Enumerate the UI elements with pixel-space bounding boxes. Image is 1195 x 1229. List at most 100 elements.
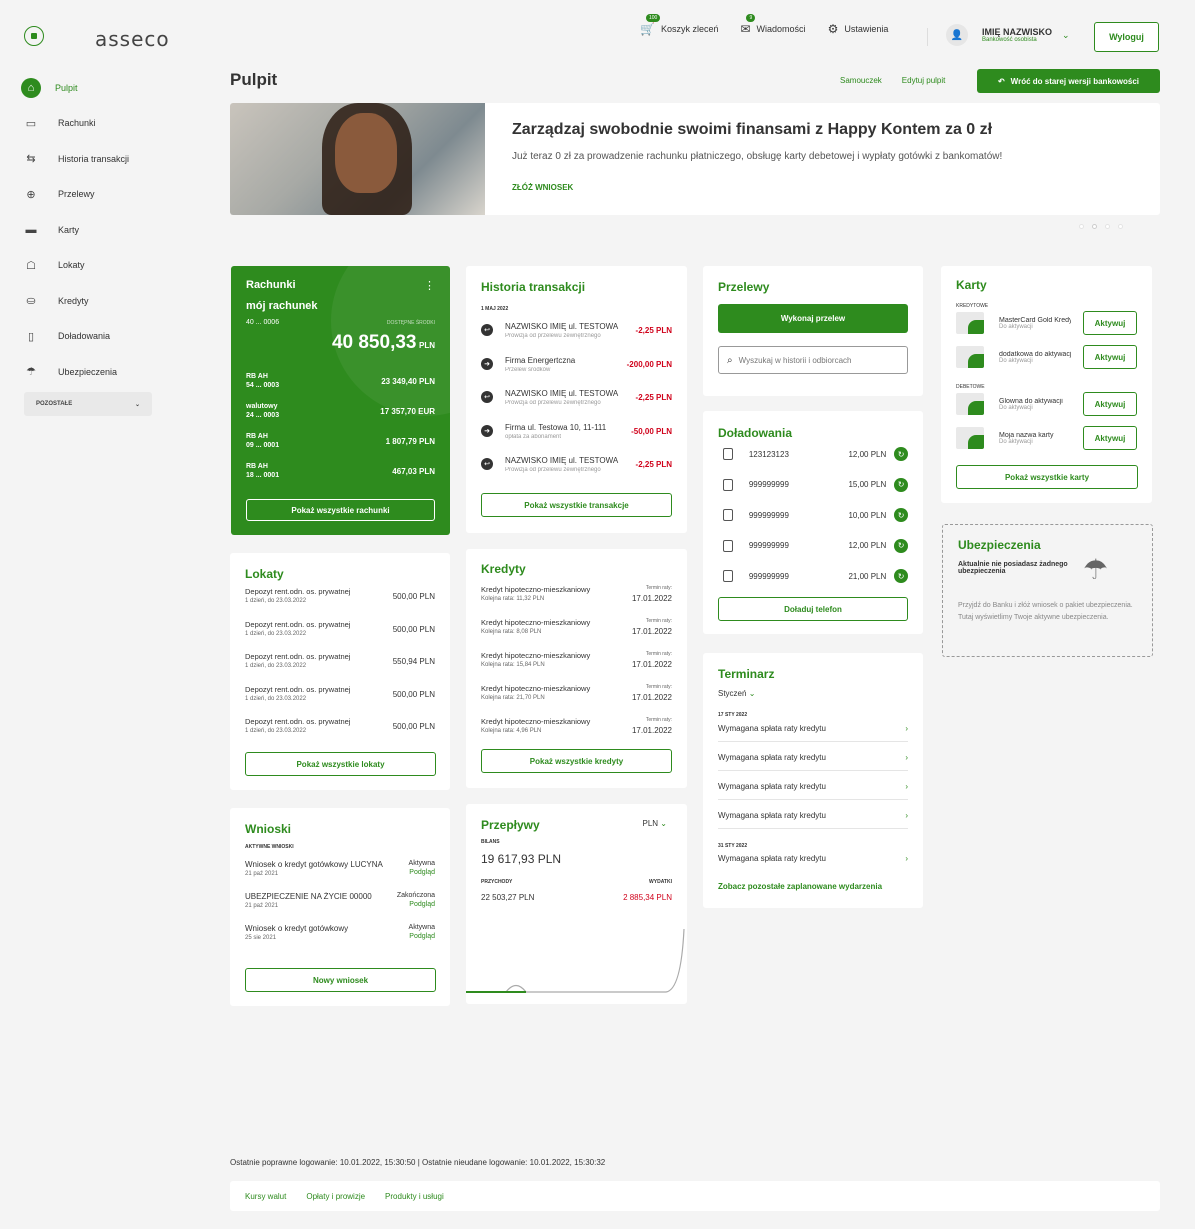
loan-row[interactable]: Kredyt hipoteczno-mieszkaniowy Kolejna ra… bbox=[481, 717, 672, 735]
loan-due-date: 17.01.2022 bbox=[631, 660, 672, 669]
old-version-button[interactable]: ↶ Wróć do starej wersji bankowości bbox=[977, 69, 1160, 93]
make-transfer-button[interactable]: Wykonaj przelew bbox=[718, 304, 908, 333]
sidebar-item-rachunki[interactable]: ▭ Rachunki bbox=[24, 106, 154, 142]
edit-dashboard-link[interactable]: Edytuj pulpit bbox=[902, 76, 946, 85]
deposit-row[interactable]: Depozyt rent.odn. os. prywatnej 1 dzień, … bbox=[245, 685, 435, 702]
show-all-cards-button[interactable]: Pokaż wszystkie karty bbox=[956, 465, 1138, 489]
carousel-dot[interactable] bbox=[1079, 224, 1084, 229]
sidebar-item-pulpit[interactable]: ⌂ Pulpit bbox=[21, 70, 154, 106]
activate-card-button[interactable]: Aktywuj bbox=[1083, 426, 1137, 450]
account-row[interactable]: RB AH 54 ... 0003 23 349,40 PLN bbox=[246, 372, 435, 390]
topup-row[interactable]: 123123123 12,00 PLN ↻ bbox=[723, 447, 908, 461]
calendar-item[interactable]: Wymagana spłata raty kredytu › bbox=[718, 724, 908, 742]
account-balance: 23 349,40 PLN bbox=[381, 376, 435, 386]
carousel-dot[interactable] bbox=[1118, 224, 1123, 229]
topup-phone-button[interactable]: Doładuj telefon bbox=[718, 597, 908, 621]
footer-link[interactable]: Kursy walut bbox=[245, 1192, 286, 1201]
refresh-icon[interactable]: ↻ bbox=[894, 538, 908, 553]
insurance-empty-text: Aktualnie nie posiadasz żadnego ubezpiec… bbox=[958, 561, 1068, 575]
coins-icon: ⛀ bbox=[26, 295, 36, 308]
account-row[interactable]: RB AH 09 ... 0001 1 807,79 PLN bbox=[246, 432, 435, 450]
topup-row[interactable]: 999999999 15,00 PLN ↻ bbox=[723, 477, 908, 492]
topup-amount: 12,00 PLN bbox=[848, 449, 887, 459]
sidebar-item-doladowania[interactable]: ▯ Doładowania bbox=[24, 319, 154, 355]
main-amount: 40 850,33 bbox=[331, 332, 417, 353]
sidebar-item-kredyty[interactable]: ⛀ Kredyty bbox=[24, 283, 154, 319]
refresh-icon[interactable]: ↻ bbox=[894, 569, 908, 583]
new-application-button[interactable]: Nowy wniosek bbox=[245, 968, 436, 992]
application-preview-link[interactable]: Podgląd bbox=[409, 869, 435, 876]
month-selector[interactable]: Styczeń ⌄ bbox=[718, 689, 755, 698]
show-all-accounts-button[interactable]: Pokaż wszystkie rachunki bbox=[246, 499, 435, 521]
widget-title: Przepływy bbox=[481, 818, 540, 832]
transaction-desc: Przelew środków bbox=[505, 366, 551, 373]
more-icon[interactable]: ⋮ bbox=[424, 279, 435, 292]
calendar-item[interactable]: Wymagana spłata raty kredytu › bbox=[718, 811, 908, 829]
show-all-loans-button[interactable]: Pokaż wszystkie kredyty bbox=[481, 749, 672, 773]
deposits-widget: Lokaty Depozyt rent.odn. os. prywatnej 1 … bbox=[230, 553, 450, 790]
card-image bbox=[956, 312, 984, 334]
arrows-icon: ⇆ bbox=[26, 153, 36, 166]
banner-apply-link[interactable]: ZŁÓŻ WNIOSEK bbox=[512, 183, 573, 192]
carousel-dot[interactable] bbox=[1105, 224, 1110, 229]
topup-row[interactable]: 999999999 12,00 PLN ↻ bbox=[723, 538, 908, 553]
active-applications-label: AKTYWNE WNIOSKI bbox=[245, 844, 294, 850]
loan-row[interactable]: Kredyt hipoteczno-mieszkaniowy Kolejna ra… bbox=[481, 684, 672, 702]
footer-link[interactable]: Produkty i usługi bbox=[385, 1192, 444, 1201]
card-name: MasterCard Gold Kredytowa bbox=[999, 316, 1071, 324]
account-row[interactable]: walutowy 24 ... 0003 17 357,70 EUR bbox=[246, 402, 435, 420]
calendar-more-link[interactable]: Zobacz pozostałe zaplanowane wydarzenia bbox=[718, 882, 882, 891]
messages-link[interactable]: ✉ 9 Wiadomości bbox=[740, 14, 806, 36]
banner-image bbox=[230, 103, 485, 215]
application-preview-link[interactable]: Podgląd bbox=[409, 933, 435, 940]
deposit-row[interactable]: Depozyt rent.odn. os. prywatnej 1 dzień, … bbox=[245, 717, 435, 734]
calendar-item[interactable]: Wymagana spłata raty kredytu › bbox=[718, 753, 908, 771]
loan-row[interactable]: Kredyt hipoteczno-mieszkaniowy Kolejna ra… bbox=[481, 618, 672, 636]
topup-row[interactable]: 999999999 21,00 PLN ↻ bbox=[723, 569, 908, 583]
cart-link[interactable]: 🛒 100 Koszyk zleceń bbox=[640, 14, 718, 36]
activate-card-button[interactable]: Aktywuj bbox=[1083, 392, 1137, 416]
currency-label: PLN bbox=[642, 819, 659, 828]
sidebar-item-label: Przelewy bbox=[58, 189, 95, 200]
refresh-icon[interactable]: ↻ bbox=[894, 477, 908, 492]
deposit-name: Depozyt rent.odn. os. prywatnej bbox=[245, 619, 351, 629]
sidebar-item-lokaty[interactable]: ☖ Lokaty bbox=[24, 248, 154, 284]
insurance-icon: ☂ bbox=[1083, 554, 1109, 585]
application-name: Wniosek o kredyt gotówkowy bbox=[245, 924, 349, 933]
deposit-row[interactable]: Depozyt rent.odn. os. prywatnej 1 dzień, … bbox=[245, 652, 435, 669]
activate-card-button[interactable]: Aktywuj bbox=[1083, 311, 1137, 335]
sidebar-item-karty[interactable]: ▬ Karty bbox=[24, 212, 154, 248]
deposit-row[interactable]: Depozyt rent.odn. os. prywatnej 1 dzień, … bbox=[245, 620, 435, 637]
sidebar-item-ubezpieczenia[interactable]: ☂ Ubezpieczenia bbox=[24, 354, 154, 390]
footer-link[interactable]: Opłaty i prowizje bbox=[306, 1192, 365, 1201]
transaction-amount: -50,00 PLN bbox=[631, 426, 672, 436]
tutorial-link[interactable]: Samouczek bbox=[840, 76, 882, 85]
calendar-item[interactable]: Wymagana spłata raty kredytu › bbox=[718, 782, 908, 800]
show-all-deposits-button[interactable]: Pokaż wszystkie lokaty bbox=[245, 752, 436, 776]
available-label: DOSTĘPNE ŚRODKI bbox=[386, 320, 435, 326]
menu-toggle-button[interactable] bbox=[24, 26, 44, 46]
user-menu[interactable]: 👤 IMIĘ NAZWISKO Bankowość osobista ⌄ bbox=[946, 24, 1070, 46]
settings-link[interactable]: ⚙ Ustawienia bbox=[828, 22, 889, 36]
transfer-search-input[interactable]: ⌕ Wyszukaj w historii i odbiorcach bbox=[718, 346, 908, 374]
card-status: Do aktywacji bbox=[999, 323, 1033, 330]
carousel-dot[interactable] bbox=[1092, 224, 1097, 229]
refresh-icon[interactable]: ↻ bbox=[894, 508, 908, 522]
sidebar-item-historia[interactable]: ⇆ Historia transakcji bbox=[24, 141, 154, 177]
application-preview-link[interactable]: Podgląd bbox=[397, 901, 435, 908]
card-row: Glowna do aktywacji Do aktywacji Aktywuj bbox=[956, 392, 1137, 416]
application-row: Wniosek o kredyt gotówkowy LUCYNA 21 paź … bbox=[245, 860, 435, 877]
sidebar-item-przelewy[interactable]: ⊕ Przelewy bbox=[24, 177, 154, 213]
currency-selector[interactable]: PLN ⌄ bbox=[643, 819, 668, 828]
logout-button[interactable]: Wyloguj bbox=[1094, 22, 1159, 52]
account-row[interactable]: RB AH 18 ... 0001 467,03 PLN bbox=[246, 462, 435, 480]
loan-row[interactable]: Kredyt hipoteczno-mieszkaniowy Kolejna ra… bbox=[481, 651, 672, 669]
refresh-icon[interactable]: ↻ bbox=[894, 447, 908, 461]
loan-row[interactable]: Kredyt hipoteczno-mieszkaniowy Kolejna ra… bbox=[481, 585, 672, 603]
deposit-row[interactable]: Depozyt rent.odn. os. prywatnej 1 dzień, … bbox=[245, 587, 435, 604]
topup-row[interactable]: 999999999 10,00 PLN ↻ bbox=[723, 508, 908, 522]
show-all-transactions-button[interactable]: Pokaż wszystkie transakcje bbox=[481, 493, 672, 517]
calendar-item[interactable]: Wymagana spłata raty kredytu › bbox=[718, 854, 908, 863]
more-dropdown[interactable]: POZOSTAŁE ⌄ bbox=[24, 392, 152, 416]
activate-card-button[interactable]: Aktywuj bbox=[1083, 345, 1137, 369]
